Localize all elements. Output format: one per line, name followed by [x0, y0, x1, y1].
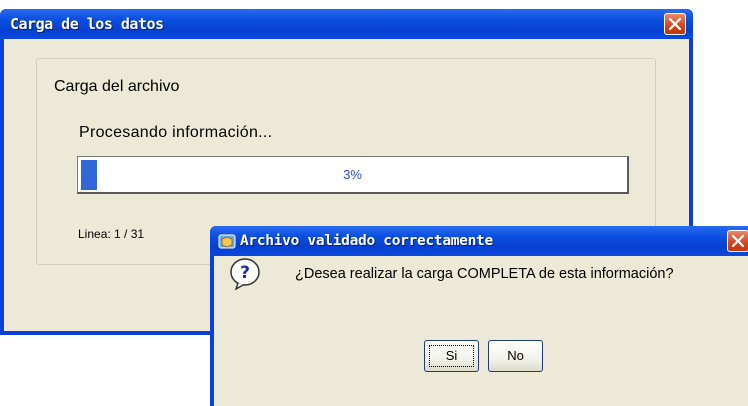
confirm-dialog: Archivo validado correctamente	[210, 226, 748, 406]
yes-button-label: Si	[445, 348, 458, 363]
main-close-button[interactable]	[664, 13, 686, 35]
group-title: Carga del archivo	[50, 78, 186, 96]
dialog-close-button[interactable]	[727, 230, 748, 252]
no-button-label: No	[507, 348, 524, 363]
line-counter: Linea: 1 / 31	[78, 227, 145, 241]
main-title-bar[interactable]: Carga de los datos	[0, 9, 693, 39]
processing-status: Procesando información...	[79, 124, 273, 141]
progress-bar: 3%	[77, 156, 629, 194]
dialog-title: Archivo validado correctamente	[240, 233, 493, 249]
no-button[interactable]: No	[488, 340, 543, 372]
question-icon: ?	[230, 258, 260, 290]
main-window-title: Carga de los datos	[10, 15, 164, 33]
java-cup-icon	[218, 234, 236, 249]
dialog-message: ¿Desea realizar la carga COMPLETA de est…	[295, 266, 674, 282]
close-icon	[669, 18, 681, 30]
svg-text:?: ?	[240, 263, 250, 283]
yes-button[interactable]: Si	[424, 340, 479, 372]
close-icon	[732, 235, 744, 247]
dialog-title-bar[interactable]: Archivo validado correctamente	[210, 226, 748, 256]
progress-percent: 3%	[343, 167, 362, 182]
